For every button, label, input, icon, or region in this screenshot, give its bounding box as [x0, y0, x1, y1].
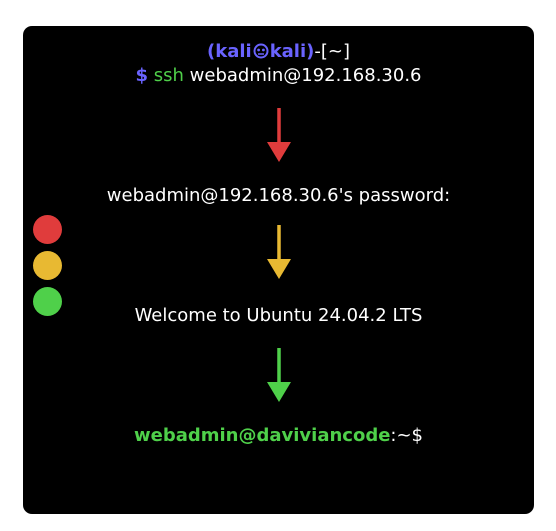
remote-path: :~$ [390, 425, 424, 446]
ssh-command-line: $ ssh webadmin@192.168.30.6 [23, 64, 534, 88]
terminal-panel: (kali kali)-[~] $ ssh webadmin@192.168.3… [23, 26, 534, 514]
remote-user-host: webadmin@daviviancode [133, 425, 391, 446]
remote-prompt-line: webadmin@daviviancode:~$ [23, 424, 534, 448]
green-down-arrow-icon [266, 348, 291, 402]
password-prompt: webadmin@192.168.30.6's password: [106, 185, 451, 206]
kali-prompt-line: (kali kali)-[~] [23, 40, 534, 64]
kali-skull-icon [253, 43, 269, 59]
yellow-dot-icon [33, 251, 62, 280]
ssh-target: webadmin@192.168.30.6 [189, 65, 422, 86]
red-down-arrow-icon [266, 108, 291, 162]
yellow-down-arrow-icon [266, 225, 291, 279]
prompt-host: kali) [269, 41, 315, 62]
welcome-message: Welcome to Ubuntu 24.04.2 LTS [134, 305, 423, 326]
prompt-user: (kali [207, 41, 252, 62]
ssh-keyword: ssh [153, 65, 184, 86]
red-dot-icon [33, 215, 62, 244]
dollar-sign: $ [135, 65, 149, 86]
prompt-dir: -[~] [314, 41, 350, 62]
